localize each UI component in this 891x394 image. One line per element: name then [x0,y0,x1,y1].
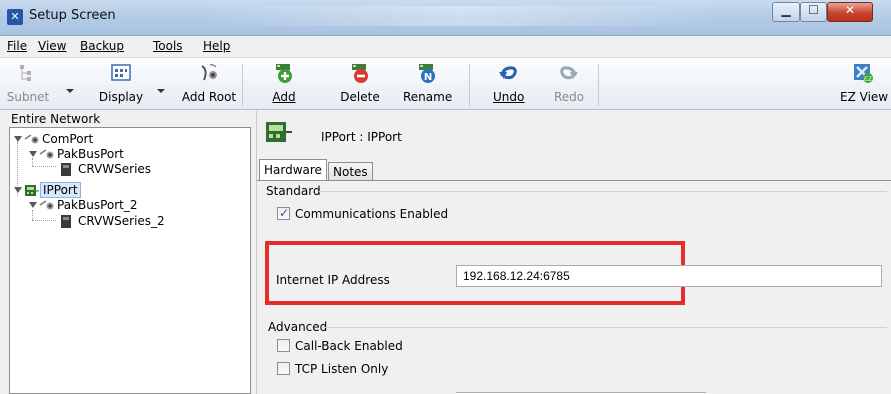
svg-text:EZ: EZ [864,76,872,83]
display-button[interactable]: Display [98,62,144,108]
datalogger-icon [61,215,71,228]
redo-button[interactable]: Redo [554,62,584,108]
display-label: Display [98,90,144,104]
device-header: IPPort : IPPort [321,130,402,144]
close-icon: ✕ [844,3,856,17]
tree-connector [32,210,33,220]
rename-button[interactable]: N Rename [403,62,453,108]
network-tree[interactable]: ComPort PakBusPort CRVWSeries IPPort Pak… [9,127,251,394]
maximize-icon: ☐ [808,3,819,17]
tab-hardware[interactable]: Hardware [259,159,327,180]
ez-view-icon: EZ [854,64,873,83]
menu-help[interactable]: Help [203,39,230,53]
ipport-icon [25,185,39,196]
ez-view-button[interactable]: EZ EZ View [840,62,889,108]
maximize-button[interactable]: ☐ [800,2,827,22]
datalogger-icon [61,163,71,176]
advanced-group-title: Advanced [268,320,328,334]
network-pane-title: Entire Network [11,112,101,126]
add-root-button[interactable]: Add Root [181,62,237,108]
undo-icon [499,66,517,80]
undo-label: Undo [493,90,525,104]
call-back-enabled-checkbox[interactable] [277,339,290,352]
tree-item-label: PakBusPort [57,147,124,161]
menu-view-label: View [38,39,67,53]
toolbar-separator-3 [598,64,599,106]
communications-enabled-label: Communications Enabled [295,207,449,221]
tree-item-label: CRVWSeries_2 [78,214,165,228]
toolbar: Subnet Display Add Root Add Delete N Ren… [0,57,891,110]
pakbusport-icon [39,149,54,159]
delete-device-icon [352,64,368,83]
undo-button[interactable]: Undo [493,62,525,108]
tree-connector [32,220,56,221]
svg-text:N: N [424,72,432,83]
subnet-label: Subnet [6,90,50,104]
tcp-listen-only-label: TCP Listen Only [295,362,389,376]
minimize-button[interactable]: ▁ [772,2,800,22]
redo-icon [560,66,578,80]
ip-address-label: Internet IP Address [276,273,390,287]
delete-label: Delete [340,90,380,104]
menu-help-label: Help [203,39,231,53]
menu-file-label: File [7,39,28,53]
ipport-icon [266,122,292,142]
add-button[interactable]: Add [270,62,298,108]
device-settings-pane: IPPort : IPPort Hardware Notes Standard … [256,111,891,394]
pakbusport-icon [39,200,54,210]
toolbar-separator [242,64,243,106]
advanced-group-line [323,327,887,328]
rename-device-icon: N [419,64,435,83]
add-root-icon [201,64,217,81]
expand-arrow-icon[interactable] [29,202,37,208]
setup-screen-app-icon[interactable]: ✕ [7,9,23,25]
subnet-icon [20,65,31,81]
ez-view-label: EZ View [840,90,889,104]
standard-group-title: Standard [266,184,321,198]
add-root-label: Add Root [181,90,237,104]
tcp-listen-only-checkbox[interactable] [277,362,290,375]
menu-tools[interactable]: Tools [153,39,183,53]
toolbar-separator-2 [469,64,470,106]
hardware-tab-page: Standard Communications Enabled Internet… [257,180,891,394]
menu-backup[interactable]: Backup [80,39,124,53]
tree-connector [32,166,56,167]
add-label: Add [272,90,296,104]
close-button[interactable]: ✕ [827,2,873,22]
add-root-label-text: Add Root [181,90,237,104]
standard-group-line [319,191,887,192]
subnet-dropdown-arrow-icon[interactable] [66,89,74,93]
title-bar[interactable]: ✕ Setup Screen ▁ ☐ ✕ [0,0,891,36]
rename-label: Rename [403,90,453,104]
add-device-icon [276,64,292,83]
ip-address-input[interactable] [456,265,882,287]
window-title: Setup Screen [29,8,116,23]
expand-arrow-icon[interactable] [14,187,22,193]
expand-arrow-icon[interactable] [29,151,37,157]
tree-item-label: ComPort [42,132,94,146]
tree-item-label-selected: IPPort [40,182,81,198]
title-ghost-text [200,6,720,26]
menu-view[interactable]: View [38,39,66,53]
tree-connector [32,158,33,166]
delete-button[interactable]: Delete [338,62,382,108]
redo-label: Redo [554,90,585,104]
menu-bar: File View Backup Tools Help [0,37,891,57]
call-back-enabled-label: Call-Back Enabled [295,339,403,353]
menu-backup-label: Backup [80,39,124,53]
menu-tools-label: Tools [153,39,183,53]
network-pane: Entire Network ComPort PakBusPort CRVWSe… [0,111,254,394]
subnet-button[interactable]: Subnet [6,62,50,108]
tree-item-label: PakBusPort_2 [57,198,138,212]
communications-enabled-checkbox[interactable] [277,206,290,220]
tree-item-label: CRVWSeries [78,162,152,176]
expand-arrow-icon[interactable] [14,136,22,142]
menu-file[interactable]: File [7,39,27,53]
display-icon [111,64,131,81]
display-dropdown-arrow-icon[interactable] [157,89,165,93]
comport-icon [24,134,39,144]
minimize-icon: ▁ [781,3,791,17]
tab-notes[interactable]: Notes [328,162,373,180]
